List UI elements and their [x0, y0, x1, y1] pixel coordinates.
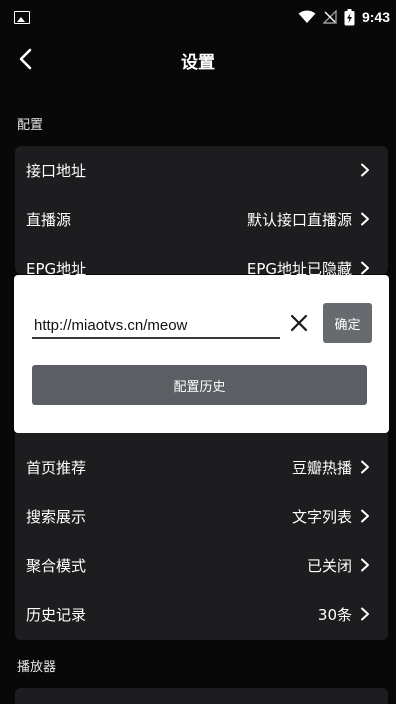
row-label: 聚合模式 — [26, 557, 87, 575]
row-value: 已关闭 — [306, 557, 352, 575]
config-card-top: 接口地址 直播源 默认接口直播源 EPG地址 EPG地址已隐藏 — [15, 146, 388, 278]
row-label: 直播源 — [26, 211, 72, 229]
chevron-right-icon — [361, 163, 369, 177]
wifi-icon — [298, 10, 316, 23]
row-aggregate-mode[interactable]: 聚合模式 已关闭 — [15, 541, 388, 590]
chevron-right-icon — [361, 212, 369, 226]
row-search-display[interactable]: 搜索展示 文字列表 — [15, 492, 388, 541]
clear-button[interactable] — [285, 309, 313, 337]
row-value: 30条 — [317, 606, 352, 624]
api-address-dialog: 确定 配置历史 — [14, 275, 389, 433]
section-player-label: 播放器 — [17, 660, 57, 675]
row-label: 历史记录 — [26, 606, 87, 624]
chevron-right-icon — [361, 509, 369, 523]
no-signal-icon — [322, 10, 337, 24]
row-home-recommend[interactable]: 首页推荐 豆瓣热播 — [15, 443, 388, 492]
chevron-right-icon — [361, 607, 369, 621]
config-history-button[interactable]: 配置历史 — [32, 365, 367, 405]
row-label: 首页推荐 — [26, 459, 87, 477]
section-config-label: 配置 — [17, 118, 44, 133]
page-title: 设置 — [181, 53, 215, 73]
header: 设置 — [0, 36, 396, 82]
row-history-records[interactable]: 历史记录 30条 — [15, 590, 388, 639]
chevron-right-icon — [361, 460, 369, 474]
row-value: 默认接口直播源 — [246, 211, 352, 229]
url-input[interactable] — [32, 313, 280, 339]
clock: 9:43 — [361, 9, 390, 25]
status-icons: 9:43 — [298, 8, 390, 26]
close-icon — [290, 314, 308, 332]
chevron-right-icon — [361, 558, 369, 572]
row-label: 搜索展示 — [26, 508, 87, 526]
confirm-button[interactable]: 确定 — [323, 303, 372, 343]
row-value: 豆瓣热播 — [291, 459, 352, 477]
config-card-bottom: 首页推荐 豆瓣热播 搜索展示 文字列表 聚合模式 已关闭 历史记录 30条 — [15, 433, 388, 640]
row-value: 文字列表 — [291, 508, 352, 526]
row-label: 接口地址 — [26, 162, 87, 180]
battery-charging-icon — [344, 8, 355, 25]
row-api-address[interactable]: 接口地址 — [15, 146, 388, 195]
row-live-source[interactable]: 直播源 默认接口直播源 — [15, 195, 388, 244]
status-bar: 9:43 — [0, 0, 396, 34]
player-card — [15, 688, 388, 704]
image-icon — [14, 11, 30, 24]
chevron-right-icon — [361, 261, 369, 275]
